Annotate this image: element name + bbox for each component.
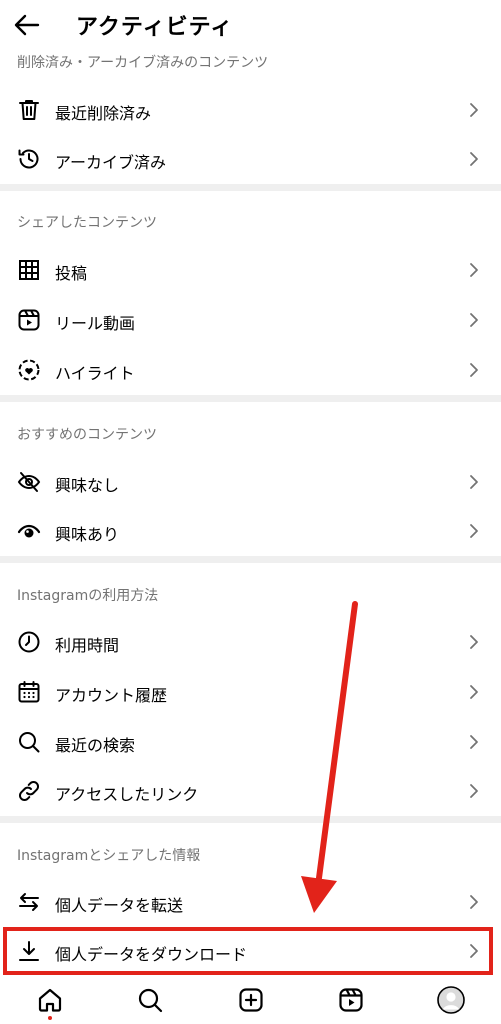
nav-search-button[interactable]: [136, 986, 164, 1014]
calendar-icon: [17, 680, 41, 704]
arrow-left-icon: [14, 14, 40, 36]
header: アクティビティ: [0, 0, 501, 48]
menu-item-transfer-data[interactable]: 個人データを転送: [0, 878, 501, 927]
reels-icon: [339, 988, 363, 1012]
section-title-recommended: おすすめのコンテンツ: [17, 427, 157, 443]
chevron-right-icon: [470, 735, 478, 749]
grid-icon: [17, 258, 41, 282]
bottom-nav: [0, 976, 501, 1024]
chevron-right-icon: [470, 524, 478, 538]
menu-item-label: 投稿: [55, 264, 88, 283]
menu-item-links-visited[interactable]: アクセスしたリンク: [0, 767, 501, 816]
eye-icon: [17, 519, 41, 543]
menu-item-label: 興味あり: [55, 525, 120, 544]
annotation-highlight-box: [3, 927, 493, 975]
back-button[interactable]: [12, 10, 42, 40]
search-icon: [17, 730, 41, 754]
menu-item-label: ハイライト: [55, 364, 135, 383]
archive-history-icon: [17, 147, 41, 171]
page-title: アクティビティ: [76, 15, 234, 40]
menu-item-label: 興味なし: [55, 476, 120, 495]
section-title-deleted-archived: 削除済み・アーカイブ済みのコンテンツ: [17, 55, 269, 71]
create-icon: [239, 988, 263, 1012]
section-title-info-shared: Instagramとシェアした情報: [17, 848, 201, 864]
section-divider: [0, 395, 501, 402]
nav-reels-button[interactable]: [337, 986, 365, 1014]
chevron-right-icon: [470, 263, 478, 277]
nav-home-button[interactable]: [36, 986, 64, 1014]
section-title-how-you-use: Instagramの利用方法: [17, 588, 159, 604]
chevron-right-icon: [470, 313, 478, 327]
highlight-icon: [17, 358, 41, 382]
menu-item-archived[interactable]: アーカイブ済み: [0, 135, 501, 184]
menu-item-interested[interactable]: 興味あり: [0, 507, 501, 556]
section-divider: [0, 556, 501, 563]
menu-item-highlights[interactable]: ハイライト: [0, 346, 501, 395]
chevron-right-icon: [470, 103, 478, 117]
menu-item-label: 最近の検索: [55, 736, 136, 755]
section-title-shared-content: シェアしたコンテンツ: [17, 215, 157, 231]
menu-item-label: アカウント履歴: [55, 686, 168, 705]
menu-item-label: 最近削除済み: [55, 104, 152, 123]
menu-item-label: リール動画: [55, 314, 136, 333]
menu-item-recent-searches[interactable]: 最近の検索: [0, 718, 501, 767]
trash-icon: [17, 98, 41, 122]
chevron-right-icon: [470, 685, 478, 699]
menu-item-label: 個人データを転送: [55, 896, 184, 915]
clock-icon: [17, 630, 41, 654]
transfer-icon: [17, 890, 41, 914]
eye-off-icon: [17, 470, 41, 494]
notification-dot: [48, 1016, 52, 1020]
menu-item-posts[interactable]: 投稿: [0, 246, 501, 295]
link-icon: [17, 779, 41, 803]
menu-item-time-spent[interactable]: 利用時間: [0, 618, 501, 667]
chevron-right-icon: [470, 784, 478, 798]
menu-item-label: アーカイブ済み: [55, 153, 167, 172]
chevron-right-icon: [470, 895, 478, 909]
search-icon: [138, 988, 163, 1013]
home-icon: [38, 988, 62, 1012]
nav-profile-button[interactable]: [437, 986, 465, 1014]
profile-avatar: [437, 986, 465, 1014]
chevron-right-icon: [470, 475, 478, 489]
menu-item-recently-deleted[interactable]: 最近削除済み: [0, 86, 501, 135]
menu-item-reels[interactable]: リール動画: [0, 296, 501, 345]
menu-item-label: 利用時間: [55, 636, 120, 655]
menu-item-account-history[interactable]: アカウント履歴: [0, 668, 501, 717]
menu-item-label: アクセスしたリンク: [55, 785, 199, 804]
chevron-right-icon: [470, 363, 478, 377]
chevron-right-icon: [470, 152, 478, 166]
menu-item-not-interested[interactable]: 興味なし: [0, 458, 501, 507]
section-divider: [0, 184, 501, 191]
chevron-right-icon: [470, 635, 478, 649]
nav-create-button[interactable]: [237, 986, 265, 1014]
section-divider: [0, 816, 501, 823]
reels-icon: [17, 308, 41, 332]
